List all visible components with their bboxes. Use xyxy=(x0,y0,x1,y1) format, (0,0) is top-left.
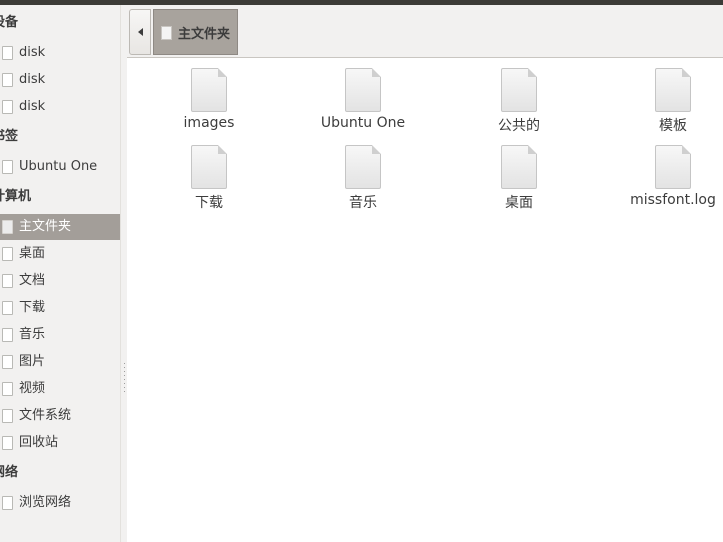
drive-icon xyxy=(2,46,13,60)
sidebar-item-label: 回收站 xyxy=(19,435,59,450)
grip-dot xyxy=(124,363,125,364)
file-item-ubuntu-one[interactable]: Ubuntu One xyxy=(298,58,428,131)
grip-dot xyxy=(124,371,125,372)
sidebar-item-music[interactable]: 音乐 xyxy=(0,322,120,348)
places-sidebar: 设备 disk disk disk 书签 Ubuntu One 计算机 主文件夹… xyxy=(0,5,121,542)
sidebar-item-label: 图片 xyxy=(19,354,46,369)
file-view: images Ubuntu One 公共的 模板 下载 音乐 桌面 missfo… xyxy=(127,58,723,542)
pictures-icon xyxy=(2,355,13,369)
folder-icon xyxy=(191,68,227,112)
folder-icon xyxy=(345,145,381,189)
file-name: images xyxy=(183,115,235,131)
desktop-icon xyxy=(2,247,13,261)
file-item-public[interactable]: 公共的 xyxy=(454,58,584,134)
sidebar-item-label: 桌面 xyxy=(19,246,46,261)
sidebar-item-home[interactable]: 主文件夹 xyxy=(0,214,120,240)
file-item-images[interactable]: images xyxy=(144,58,274,131)
file-item-missfont-log[interactable]: missfont.log xyxy=(608,135,723,208)
drive-icon xyxy=(2,73,13,87)
grip-dot xyxy=(124,375,125,376)
file-name: Ubuntu One xyxy=(320,115,406,131)
folder-icon xyxy=(501,145,537,189)
sidebar-item-disk-2[interactable]: disk xyxy=(0,67,120,93)
file-name: 下载 xyxy=(195,195,223,211)
section-bookmarks-label: 书签 xyxy=(0,129,19,144)
downloads-icon xyxy=(2,301,13,315)
sidebar-section-computer: 计算机 xyxy=(0,187,31,207)
path-back-button[interactable] xyxy=(129,9,151,55)
trash-icon xyxy=(2,436,13,450)
sidebar-section-network: 网络 xyxy=(0,463,18,483)
home-folder-icon xyxy=(2,220,13,234)
sidebar-item-filesystem[interactable]: 文件系统 xyxy=(0,403,120,429)
sidebar-item-label: 文件系统 xyxy=(19,408,72,423)
location-toolbar: 主文件夹 xyxy=(127,5,723,58)
folder-icon xyxy=(345,68,381,112)
music-icon xyxy=(2,328,13,342)
folder-icon xyxy=(501,68,537,112)
sidebar-item-browse-network[interactable]: 浏览网络 xyxy=(0,490,120,516)
file-name: missfont.log xyxy=(630,192,716,208)
file-item-desktop[interactable]: 桌面 xyxy=(454,135,584,211)
file-name: 音乐 xyxy=(349,195,377,211)
section-network-label: 网络 xyxy=(0,465,19,480)
file-item-downloads[interactable]: 下载 xyxy=(144,135,274,211)
sidebar-item-disk-1[interactable]: disk xyxy=(0,40,120,66)
file-item-music[interactable]: 音乐 xyxy=(298,135,428,211)
sidebar-item-label: disk xyxy=(19,45,46,60)
file-name: 公共的 xyxy=(498,118,540,134)
sidebar-item-label: 音乐 xyxy=(19,327,46,342)
grip-dot xyxy=(124,367,125,368)
file-item-templates[interactable]: 模板 xyxy=(608,58,723,134)
sidebar-item-label: 文档 xyxy=(19,273,46,288)
filesystem-icon xyxy=(2,409,13,423)
drive-icon xyxy=(2,100,13,114)
sidebar-item-label: 主文件夹 xyxy=(19,219,72,234)
sidebar-item-label: disk xyxy=(19,99,46,114)
sidebar-item-videos[interactable]: 视频 xyxy=(0,376,120,402)
folder-icon xyxy=(2,160,13,174)
sidebar-item-downloads[interactable]: 下载 xyxy=(0,295,120,321)
file-name: 模板 xyxy=(659,118,687,134)
sidebar-item-trash[interactable]: 回收站 xyxy=(0,430,120,456)
home-folder-icon xyxy=(161,26,172,40)
sidebar-item-label: 浏览网络 xyxy=(19,495,72,510)
grip-dot xyxy=(124,383,125,384)
grip-dot xyxy=(124,391,125,392)
file-name: 桌面 xyxy=(505,195,533,211)
section-devices-label: 设备 xyxy=(0,15,19,30)
sidebar-item-label: 下载 xyxy=(19,300,46,315)
folder-icon xyxy=(191,145,227,189)
section-computer-label: 计算机 xyxy=(0,189,32,204)
breadcrumb-home[interactable]: 主文件夹 xyxy=(153,9,238,55)
sidebar-item-label: disk xyxy=(19,72,46,87)
file-icon xyxy=(655,145,691,189)
sidebar-item-pictures[interactable]: 图片 xyxy=(0,349,120,375)
sidebar-item-disk-3[interactable]: disk xyxy=(0,94,120,120)
sidebar-section-devices: 设备 xyxy=(0,13,18,33)
sidebar-item-label: 视频 xyxy=(19,381,46,396)
network-icon xyxy=(2,496,13,510)
sidebar-item-ubuntu-one[interactable]: Ubuntu One xyxy=(0,154,120,180)
grip-dot xyxy=(124,379,125,380)
folder-icon xyxy=(655,68,691,112)
sidebar-item-label: Ubuntu One xyxy=(19,159,98,174)
breadcrumb-label: 主文件夹 xyxy=(178,27,231,42)
sidebar-item-documents[interactable]: 文档 xyxy=(0,268,120,294)
sidebar-section-bookmarks: 书签 xyxy=(0,127,18,147)
grip-dot xyxy=(124,387,125,388)
videos-icon xyxy=(2,382,13,396)
sidebar-item-desktop[interactable]: 桌面 xyxy=(0,241,120,267)
documents-icon xyxy=(2,274,13,288)
chevron-left-icon xyxy=(138,28,143,36)
